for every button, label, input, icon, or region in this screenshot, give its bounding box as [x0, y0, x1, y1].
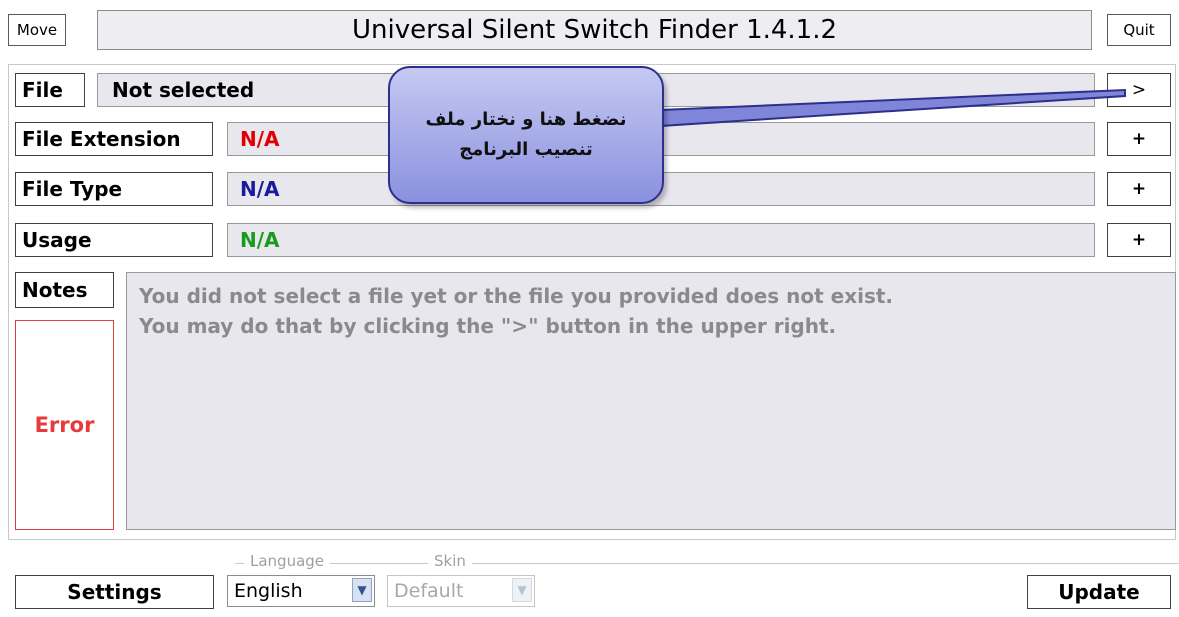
notes-line-2: You may do that by clicking the ">" butt…: [139, 314, 837, 338]
language-select[interactable]: English ▼: [227, 575, 375, 607]
file-label: File: [15, 73, 85, 107]
callout-line-2: تنصيب البرنامج: [459, 139, 593, 160]
usage-value: N/A: [227, 223, 1095, 257]
settings-button[interactable]: Settings: [15, 575, 214, 609]
notes-line-1: You did not select a file yet or the fil…: [139, 284, 894, 308]
skin-group-label: Skin: [428, 552, 472, 570]
skin-select: Default ▼: [387, 575, 535, 607]
callout-annotation: نضغط هنا و نختار ملف تنصيب البرنامج: [388, 66, 664, 204]
footer-divider: [235, 563, 1179, 564]
app-title: Universal Silent Switch Finder 1.4.1.2: [97, 10, 1092, 50]
move-button[interactable]: Move: [8, 14, 66, 46]
skin-select-value: Default: [394, 580, 464, 602]
quit-button[interactable]: Quit: [1107, 14, 1171, 46]
language-select-value: English: [234, 580, 303, 602]
update-button[interactable]: Update: [1027, 575, 1171, 609]
file-extension-label: File Extension: [15, 122, 213, 156]
error-status-box: Error: [15, 320, 114, 530]
chevron-down-icon[interactable]: ▼: [352, 578, 372, 602]
callout-line-1: نضغط هنا و نختار ملف: [425, 109, 627, 130]
language-group-label: Language: [244, 552, 331, 570]
file-type-plus-button[interactable]: +: [1107, 172, 1171, 206]
usage-plus-button[interactable]: +: [1107, 223, 1171, 257]
chevron-down-icon: ▼: [512, 578, 532, 602]
file-type-label: File Type: [15, 172, 213, 206]
notes-label: Notes: [15, 272, 114, 308]
notes-text-area: You did not select a file yet or the fil…: [126, 272, 1176, 530]
usage-label: Usage: [15, 223, 213, 257]
callout-pointer: [659, 88, 1126, 128]
